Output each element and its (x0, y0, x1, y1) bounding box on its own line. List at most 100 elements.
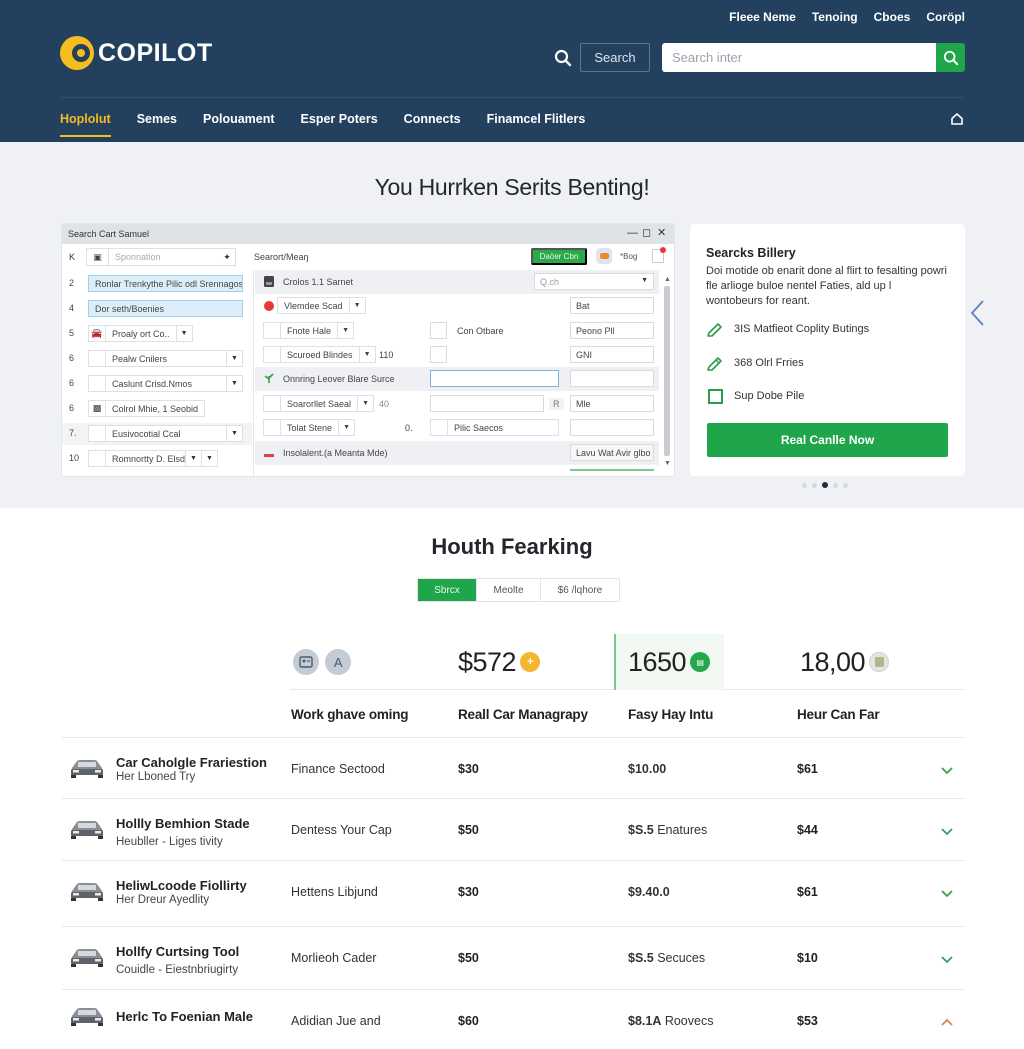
avatar[interactable]: A (325, 649, 351, 675)
toolbar-action-button[interactable]: Daöer Cbn (531, 248, 587, 265)
nav-item-polouament[interactable]: Polouament (203, 112, 275, 136)
toolbar-combobox[interactable]: ▣ Sponnation ✦ (86, 248, 236, 266)
form-dropdown[interactable]: Fnote Hale ▼ (263, 322, 355, 339)
chevron-up-icon[interactable] (940, 1017, 954, 1027)
segment-tab[interactable]: $6 /lqhore (541, 579, 619, 601)
form-dropdown[interactable]: Vlemdee Scad ▼ (277, 297, 366, 314)
form-dropdown[interactable]: Scuroed Blindes ▼ (263, 346, 376, 363)
list-row[interactable]: 6 ▩ Colrol Mhie, 1 Seobid (62, 398, 252, 420)
form-checkbox-field[interactable]: Pilic Saecos (430, 419, 559, 436)
table-row[interactable]: HeliwLcoode Fiollirty Her Dreur Ayedlity H… (62, 860, 965, 920)
form-dropdown[interactable]: Tolat Stene ▼ (263, 419, 356, 436)
checkbox[interactable] (264, 396, 281, 411)
table-row[interactable]: Car Caholgle Frariestion Her Lboned Try Fi… (62, 737, 965, 797)
form-field[interactable] (430, 395, 544, 412)
scrollbar[interactable]: ▲ ▼ (664, 276, 671, 468)
nav-item-semes[interactable]: Semes (137, 112, 177, 136)
column-header[interactable]: Reall Car Managrapy (458, 707, 588, 722)
carousel-dot[interactable] (812, 482, 817, 488)
close-icon[interactable]: ✕ (657, 226, 666, 239)
list-item-field[interactable]: Eusivocotial Ccal ▼ (88, 425, 243, 442)
checkbox[interactable] (89, 351, 106, 366)
checkbox[interactable] (89, 426, 106, 441)
chevron-left-icon[interactable] (968, 298, 986, 328)
scroll-down-icon[interactable]: ▼ (664, 460, 671, 467)
search-submit-button[interactable] (936, 43, 965, 72)
form-field[interactable]: Peono Pll (570, 322, 654, 339)
list-row[interactable]: 2 Ronlar Trenkythe Pilic odl Srennagos (62, 273, 252, 295)
checkbox[interactable] (89, 376, 106, 391)
carousel-dot[interactable] (833, 482, 838, 488)
list-row[interactable]: 10Romnortty D. Elsdours▼▼ (62, 448, 252, 470)
checkbox-icon[interactable] (706, 387, 724, 405)
chevron-down-icon[interactable]: ▼ (226, 376, 242, 391)
scroll-up-icon[interactable]: ▲ (664, 276, 671, 283)
column-header[interactable]: Heur Can Far (797, 707, 880, 722)
chevron-down-icon[interactable] (940, 826, 954, 836)
list-item-field[interactable]: Pealw Cnilers ▼ (88, 350, 243, 367)
top-link-1[interactable]: Fleee Neme (729, 10, 796, 24)
segment-tab[interactable]: Sbrcx (418, 579, 477, 601)
list-item-highlighted[interactable]: Ronlar Trenkythe Pilic odl Srennagos (88, 275, 243, 292)
table-row[interactable]: Hollly Bemhion Stade Heubller - Liges tiv… (62, 798, 965, 858)
form-field[interactable]: GNI (570, 346, 654, 363)
checkbox[interactable] (264, 347, 281, 362)
search-icon[interactable] (554, 49, 572, 67)
table-row[interactable]: Herlc To Foenian Male Adidian Jue and $60 $… (62, 989, 965, 1049)
top-link-4[interactable]: Coröpl (926, 10, 965, 24)
toolbar-flag-text[interactable]: *Bog (620, 252, 637, 261)
list-row[interactable]: 5 🚘 Proaly ort Co.. ▼ (62, 323, 252, 345)
minimize-icon[interactable]: — (627, 227, 638, 239)
checkbox[interactable] (430, 346, 447, 363)
checkbox[interactable] (431, 420, 448, 435)
brand-logo[interactable]: COPILOT (60, 36, 213, 70)
nav-item-finance-filters[interactable]: Finamcel Flitlers (487, 112, 586, 136)
top-link-3[interactable]: Cboes (874, 10, 911, 24)
plus-icon[interactable]: + (520, 652, 541, 672)
form-select[interactable]: Q.ch ▼ (534, 273, 654, 290)
carousel-dot[interactable] (802, 482, 807, 488)
form-field[interactable]: Bat (570, 297, 654, 314)
column-header[interactable]: Work ghave oming (291, 707, 409, 722)
search-button[interactable]: Search (580, 43, 650, 72)
table-row[interactable]: Hollfy Curtsing Tool Couidle - Eiestnbriu… (62, 926, 965, 986)
nav-item-hoplolut[interactable]: Hoplolut (60, 112, 111, 137)
notification-icon[interactable] (652, 247, 666, 263)
form-field[interactable] (570, 419, 654, 436)
checkbox[interactable] (264, 420, 281, 435)
search-input[interactable] (662, 43, 936, 72)
list-item-field[interactable]: Romnortty D. Elsdours▼▼ (88, 450, 218, 467)
chevron-down-icon[interactable]: ▼ (226, 426, 242, 441)
checkbox[interactable] (264, 323, 281, 338)
chevron-down-icon[interactable]: ▼ (175, 326, 192, 341)
form-field[interactable]: Mle (570, 395, 654, 412)
user-avatar-icon[interactable] (596, 248, 612, 264)
form-field-focused[interactable] (430, 370, 559, 387)
form-action-button[interactable]: Lavu Wat Avir glbo (570, 444, 654, 461)
chevron-down-icon[interactable]: ▼ (201, 451, 217, 466)
list-row[interactable]: 6 Pealw Cnilers ▼ (62, 348, 252, 370)
checkbox[interactable] (430, 322, 447, 339)
scrollbar-thumb[interactable] (664, 286, 670, 456)
maximize-icon[interactable]: ◻ (642, 226, 651, 239)
chevron-down-icon[interactable] (940, 888, 954, 898)
home-icon[interactable] (950, 112, 964, 126)
form-field[interactable] (570, 370, 654, 387)
column-header[interactable]: Fasy Hay Intu (628, 707, 713, 722)
chevron-down-icon[interactable]: ▼ (185, 451, 201, 466)
chevron-down-icon[interactable]: ▼ (226, 351, 242, 366)
nav-item-connects[interactable]: Connects (404, 112, 461, 136)
contact-card-icon[interactable] (293, 649, 319, 675)
list-item-field[interactable]: 🚘 Proaly ort Co.. ▼ (88, 325, 193, 342)
nav-item-esper-poters[interactable]: Esper Poters (301, 112, 378, 136)
carousel-dot-active[interactable] (822, 482, 828, 488)
chevron-down-icon[interactable] (940, 765, 954, 775)
list-row[interactable]: 4 Dor seth/Boenies (62, 298, 252, 320)
promo-cta-button[interactable]: Real Canlle Now (707, 423, 948, 457)
list-item-field[interactable]: ▩ Colrol Mhie, 1 Seobid (88, 400, 206, 417)
segment-tab[interactable]: Meolte (477, 579, 541, 601)
checkbox[interactable] (89, 451, 106, 466)
form-dropdown[interactable]: Soarorllet Saeal ▼ (263, 395, 375, 412)
list-row[interactable]: 6 Caslunt Crisd.Nmos ▼ (62, 373, 252, 395)
top-link-2[interactable]: Tenoing (812, 10, 858, 24)
